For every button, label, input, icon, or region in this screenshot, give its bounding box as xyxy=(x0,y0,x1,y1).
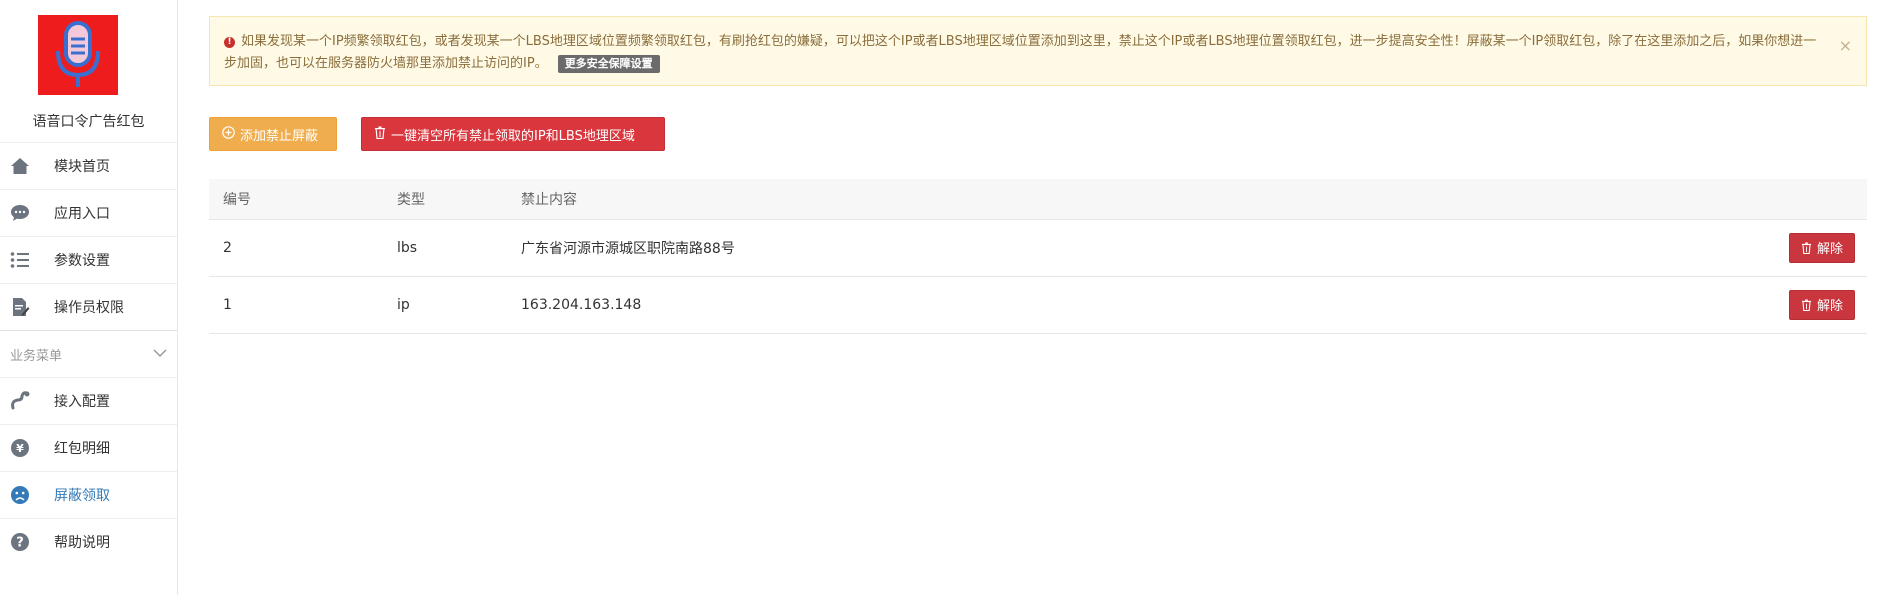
alert-text: 如果发现某一个IP频繁领取红包，或者发现某一个LBS地理区域位置频繁领取红包，有… xyxy=(224,34,1817,71)
unblock-button[interactable]: 解除 xyxy=(1788,289,1855,320)
sidebar-item-label: 接入配置 xyxy=(54,394,110,410)
plus-circle-icon xyxy=(222,125,235,143)
sidebar-item-permissions[interactable]: 操作员权限 xyxy=(0,283,177,330)
unblock-label: 解除 xyxy=(1816,242,1843,257)
cell-actions: 解除 xyxy=(1492,218,1867,277)
main-content: ! 如果发现某一个IP频繁领取红包，或者发现某一个LBS地理区域位置频繁领取红包，… xyxy=(178,0,1879,595)
list-icon xyxy=(10,250,30,270)
sidebar-item-label: 参数设置 xyxy=(54,253,110,269)
add-block-button[interactable]: 添加禁止屏蔽 xyxy=(209,117,337,151)
app-name: 语音口令广告红包 xyxy=(32,114,145,130)
cell-id: 1 xyxy=(209,276,383,334)
more-security-button[interactable]: 更多安全保障设置 xyxy=(557,55,660,73)
column-header-id: 编号 xyxy=(223,191,251,208)
yen-icon: ¥ xyxy=(10,438,30,458)
app: 语音口令广告红包 模块首页 应用入口 参数设置 操作员权限 业务菜单 接入配置 … xyxy=(0,0,1879,595)
table-row: 1 ip 163.204.163.148 解除 xyxy=(209,276,1867,334)
sidebar-item-label: 帮助说明 xyxy=(54,535,110,551)
cell-actions: 解除 xyxy=(1492,276,1867,334)
table-header-row: 编号 类型 禁止内容 xyxy=(209,179,1867,219)
column-header-type: 类型 xyxy=(397,191,425,208)
clear-all-button[interactable]: 一键清空所有禁止领取的IP和LBS地理区域 xyxy=(361,117,665,151)
cell-content: 广东省河源市源城区职院南路88号 xyxy=(507,218,1493,277)
toolbar: 添加禁止屏蔽 一键清空所有禁止领取的IP和LBS地理区域 xyxy=(209,117,1867,151)
table-row: 2 lbs 广东省河源市源城区职院南路88号 解除 xyxy=(209,218,1867,277)
sidebar-item-label: 屏蔽领取 xyxy=(54,488,110,504)
clear-all-label: 一键清空所有禁止领取的IP和LBS地理区域 xyxy=(391,128,635,144)
home-icon xyxy=(10,156,30,176)
trash-icon xyxy=(374,126,386,143)
warning-alert: ! 如果发现某一个IP频繁领取红包，或者发现某一个LBS地理区域位置频繁领取红包，… xyxy=(209,16,1867,86)
sidebar-item-settings[interactable]: 参数设置 xyxy=(0,236,177,283)
unblock-button[interactable]: 解除 xyxy=(1788,232,1855,263)
column-header-content: 禁止内容 xyxy=(521,191,577,208)
edit-doc-icon xyxy=(10,297,30,317)
warning-icon: ! xyxy=(224,37,235,48)
svg-text:?: ? xyxy=(16,536,24,551)
sidebar-item-label: 操作员权限 xyxy=(54,300,124,316)
sidebar-section-label: 业务菜单 xyxy=(10,348,63,364)
sidebar: 语音口令广告红包 模块首页 应用入口 参数设置 操作员权限 业务菜单 接入配置 … xyxy=(0,0,178,595)
cell-id: 2 xyxy=(209,218,383,277)
trash-icon xyxy=(1801,242,1812,254)
sidebar-item-label: 应用入口 xyxy=(54,206,110,222)
sidebar-item-label: 模块首页 xyxy=(54,159,110,175)
help-icon: ? xyxy=(10,532,30,552)
add-block-label: 添加禁止屏蔽 xyxy=(240,128,319,144)
chevron-down-icon xyxy=(153,346,167,362)
sidebar-nav: 模块首页 应用入口 参数设置 操作员权限 业务菜单 接入配置 ¥ 红包明细 屏蔽… xyxy=(0,142,177,565)
sidebar-item-label: 红包明细 xyxy=(54,441,110,457)
cell-content: 163.204.163.148 xyxy=(507,276,1493,334)
sidebar-item-redpacket-detail[interactable]: ¥ 红包明细 xyxy=(0,424,177,471)
sidebar-item-home[interactable]: 模块首页 xyxy=(0,142,177,189)
app-logo xyxy=(38,15,118,95)
unblock-label: 解除 xyxy=(1816,299,1843,314)
frown-icon xyxy=(10,485,30,505)
column-header-actions xyxy=(1492,179,1867,219)
sidebar-item-help[interactable]: ? 帮助说明 xyxy=(0,518,177,565)
sidebar-item-app-entry[interactable]: 应用入口 xyxy=(0,189,177,236)
block-list-table: 编号 类型 禁止内容 2 lbs 广东省河源市源城区职院南路88号 解除 1 i… xyxy=(209,179,1867,334)
trash-icon xyxy=(1801,299,1812,311)
link-icon xyxy=(10,391,30,411)
microphone-icon xyxy=(56,21,100,87)
cell-type: ip xyxy=(383,276,507,334)
cell-type: lbs xyxy=(383,218,507,277)
sidebar-section-business[interactable]: 业务菜单 xyxy=(0,330,177,377)
close-icon[interactable]: × xyxy=(1839,35,1852,57)
sidebar-item-access-config[interactable]: 接入配置 xyxy=(0,377,177,424)
sidebar-item-block-claim[interactable]: 屏蔽领取 xyxy=(0,471,177,518)
chat-icon xyxy=(10,203,30,223)
svg-text:¥: ¥ xyxy=(16,442,24,455)
